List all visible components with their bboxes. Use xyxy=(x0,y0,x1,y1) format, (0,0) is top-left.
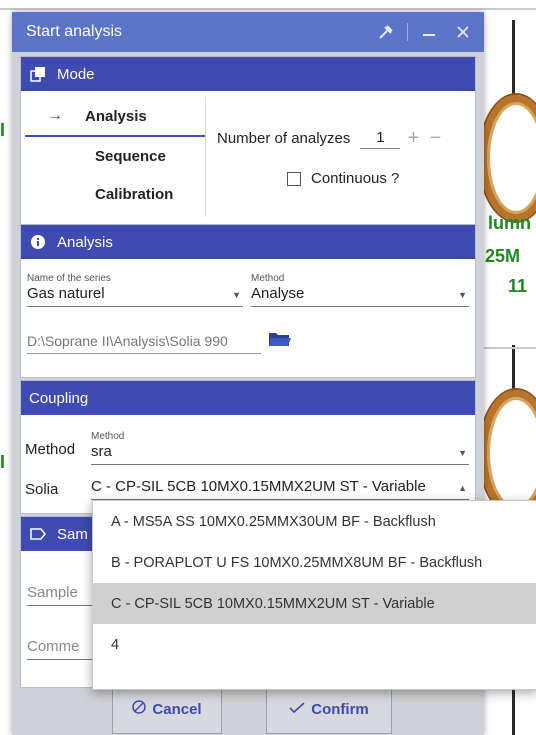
series-name-label: Name of the series xyxy=(27,273,111,284)
coupling-method-field[interactable]: Method sra ▼ xyxy=(91,431,469,465)
analysis-path-row: D:\Soprane II\Analysis\Solia 990 xyxy=(27,331,291,354)
bg-wire xyxy=(512,345,515,395)
minimize-icon[interactable] xyxy=(416,19,442,45)
dropdown-option[interactable]: A - MS5A SS 10MX0.25MMX30UM BF - Backflu… xyxy=(93,501,536,542)
mode-item-sequence[interactable]: Sequence xyxy=(25,137,205,175)
bg-wire xyxy=(512,20,515,105)
analysis-path-input[interactable]: D:\Soprane II\Analysis\Solia 990 xyxy=(27,333,261,354)
sample-header-label: Sam xyxy=(57,525,88,543)
dropdown-option[interactable]: B - PORAPLOT U FS 10MX0.25MMX8UM BF - Ba… xyxy=(93,542,536,583)
dropdown-option-selected[interactable]: C - CP-SIL 5CB 10MX0.15MMX2UM ST - Varia… xyxy=(93,583,536,624)
solia-label: Solia xyxy=(25,481,59,498)
continuous-label: Continuous ? xyxy=(311,170,400,187)
mode-header: Mode xyxy=(21,57,475,91)
bg-wire xyxy=(512,690,515,735)
mode-section: Mode → Analysis Sequence Calibration Num… xyxy=(20,56,476,226)
analysis-method-field[interactable]: Method Analyse ▼ xyxy=(251,273,469,307)
cancel-button-label: Cancel xyxy=(152,700,202,718)
coupling-method-row-label: Method xyxy=(25,441,76,458)
coupling-method-select[interactable]: sra ▼ xyxy=(91,442,469,465)
title-separator xyxy=(407,23,408,41)
bg-left-glyph: I xyxy=(0,452,6,472)
analysis-header-label: Analysis xyxy=(57,233,113,251)
series-name-value: Gas naturel xyxy=(27,285,105,302)
tag-icon xyxy=(21,528,55,540)
bg-label: .25M xyxy=(480,246,521,266)
chevron-up-icon: ▲ xyxy=(458,483,467,493)
analysis-method-select[interactable]: Analyse ▼ xyxy=(251,284,469,307)
bg-label: 11 xyxy=(508,276,528,296)
series-name-field[interactable]: Name of the series Gas naturel ▼ xyxy=(27,273,243,307)
analysis-section: Analysis Name of the series Gas naturel … xyxy=(20,224,476,378)
bg-label: lumn xyxy=(488,213,531,233)
cancel-icon xyxy=(132,700,147,718)
analysis-method-label: Method xyxy=(251,273,285,284)
dialog-title: Start analysis xyxy=(26,23,123,40)
mode-item-analysis[interactable]: → Analysis xyxy=(25,97,205,137)
mode-item-label: Sequence xyxy=(95,147,166,165)
bg-column-coil xyxy=(480,95,536,221)
dropdown-option-label: 4 xyxy=(111,636,120,653)
continuous-checkbox[interactable] xyxy=(287,171,301,186)
coupling-method-label: Method xyxy=(91,431,125,442)
bg-column-coil xyxy=(480,390,536,516)
bg-line xyxy=(0,8,536,10)
plus-icon[interactable]: + xyxy=(404,127,422,150)
coupling-method-value: sra xyxy=(91,443,112,460)
analysis-method-value: Analyse xyxy=(251,285,305,302)
coupling-header-label: Coupling xyxy=(29,389,89,407)
mode-item-calibration[interactable]: Calibration xyxy=(25,175,205,213)
coupling-header: Coupling xyxy=(21,381,475,415)
chevron-down-icon: ▼ xyxy=(458,290,467,300)
info-icon xyxy=(21,234,55,250)
cancel-button[interactable]: Cancel xyxy=(112,684,222,734)
chevron-down-icon: ▼ xyxy=(232,290,241,300)
minus-icon[interactable]: − xyxy=(426,127,444,150)
dropdown-option-label: A - MS5A SS 10MX0.25MMX30UM BF - Backflu… xyxy=(111,513,436,530)
bg-line xyxy=(484,347,536,349)
mode-list: → Analysis Sequence Calibration xyxy=(25,97,206,217)
copy-icon xyxy=(21,66,55,82)
dropdown-option-label: B - PORAPLOT U FS 10MX0.25MMX8UM BF - Ba… xyxy=(111,554,483,571)
mode-item-label: Analysis xyxy=(85,107,147,125)
continuous-row[interactable]: Continuous ? xyxy=(287,170,399,187)
solia-dropdown-list: A - MS5A SS 10MX0.25MMX30UM BF - Backflu… xyxy=(92,500,536,690)
dropdown-option-label: C - CP-SIL 5CB 10MX0.15MMX2UM ST - Varia… xyxy=(111,595,435,612)
confirm-button-label: Confirm xyxy=(311,700,369,718)
coupling-section: Coupling Method Method sra ▼ Solia C - C… xyxy=(20,380,476,514)
title-bar[interactable]: Start analysis xyxy=(12,12,484,52)
mode-item-label: Calibration xyxy=(95,185,174,203)
arrow-right-icon: → xyxy=(47,107,63,124)
bg-left-glyph: I xyxy=(0,120,6,140)
dropdown-option[interactable]: 4 xyxy=(93,624,536,665)
confirm-button[interactable]: Confirm xyxy=(266,684,392,734)
checkmark-icon xyxy=(289,701,305,718)
series-name-select[interactable]: Gas naturel ▼ xyxy=(27,284,243,307)
number-of-analyzes-row: Number of analyzes 1 + − xyxy=(217,127,444,150)
folder-icon[interactable] xyxy=(269,331,291,346)
chevron-down-icon: ▼ xyxy=(458,448,467,458)
mode-header-label: Mode xyxy=(57,65,95,83)
number-of-analyzes-input[interactable]: 1 xyxy=(360,129,401,149)
number-of-analyzes-label: Number of analyzes xyxy=(217,130,351,147)
solia-field[interactable]: C - CP-SIL 5CB 10MX0.15MMX2UM ST - Varia… xyxy=(91,477,469,500)
analysis-header: Analysis xyxy=(21,225,475,259)
close-icon[interactable] xyxy=(450,19,476,45)
solia-select[interactable]: C - CP-SIL 5CB 10MX0.15MMX2UM ST - Varia… xyxy=(91,477,469,500)
pin-icon[interactable] xyxy=(373,19,399,45)
solia-value: C - CP-SIL 5CB 10MX0.15MMX2UM ST - Varia… xyxy=(91,478,426,495)
